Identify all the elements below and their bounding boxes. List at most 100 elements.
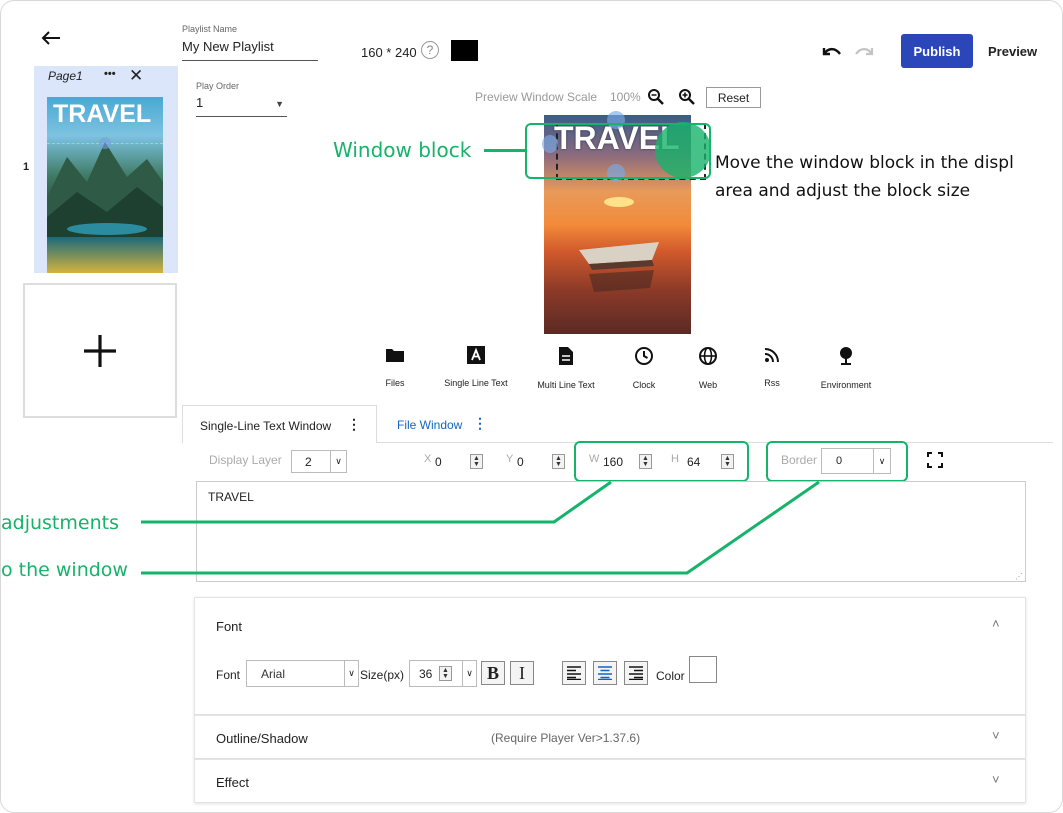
tool-multi-line-text[interactable]: Multi Line Text	[517, 346, 615, 396]
sun-glow	[604, 197, 634, 207]
y-stepper[interactable]: ▲ ▼	[552, 454, 565, 469]
chevron-down-icon: ˅	[992, 728, 1000, 743]
tool-rss[interactable]: Rss	[743, 346, 801, 396]
play-order-value: 1	[196, 95, 204, 110]
preview-button[interactable]: Preview	[988, 44, 1037, 59]
w-input[interactable]: 160 ▲ ▼	[603, 452, 658, 474]
preview-scale-value: 100%	[610, 90, 641, 104]
text-content-area[interactable]: TRAVEL ⋰	[196, 481, 1026, 582]
font-panel: Font ˄ Font Arial ∨ Size(px) 36 ▲ ▼ ∨ B I…	[194, 597, 1026, 715]
pin-icon	[840, 347, 852, 365]
tool-single-line-text[interactable]: Single Line Text	[435, 346, 517, 396]
playlist-name-label: Playlist Name	[182, 24, 238, 34]
font-label: Font	[216, 668, 241, 682]
align-center-button[interactable]	[593, 661, 617, 685]
h-stepper[interactable]: ▲ ▼	[721, 454, 734, 469]
folder-icon	[386, 349, 404, 362]
color-label: Color	[656, 669, 685, 683]
align-left-button[interactable]	[562, 661, 586, 685]
tool-files-label: Files	[385, 378, 405, 388]
border-label: Border	[781, 453, 818, 467]
font-size-stepper[interactable]: ▲ ▼	[439, 666, 452, 681]
playlist-name-value: My New Playlist	[182, 39, 274, 54]
tab-menu-icon[interactable]: ⋮	[347, 416, 361, 433]
globe-icon	[699, 347, 717, 365]
page-number: 1	[23, 161, 30, 173]
text-content-value: TRAVEL	[208, 490, 254, 504]
annotation-line	[484, 149, 526, 152]
w-stepper[interactable]: ▲ ▼	[639, 454, 652, 469]
back-arrow-icon[interactable]	[37, 25, 65, 51]
w-value: 160	[603, 455, 624, 469]
zoom-out-icon[interactable]	[646, 87, 666, 107]
preview-scale-label: Preview Window Scale	[475, 90, 598, 104]
play-order-select[interactable]: 1 ▼	[196, 95, 287, 117]
app-window: Playlist Name My New Playlist 160 * 240 …	[0, 0, 1063, 813]
effect-panel[interactable]: Effect ˅	[194, 759, 1026, 803]
x-value: 0	[435, 455, 442, 469]
tab-file-window[interactable]: File Window	[397, 418, 462, 432]
help-icon[interactable]: ?	[421, 41, 439, 59]
reset-button[interactable]: Reset	[706, 87, 761, 108]
y-input[interactable]: 0 ▲ ▼	[515, 452, 570, 474]
x-input[interactable]: 0 ▲ ▼	[433, 452, 488, 474]
effect-title: Effect	[216, 775, 250, 790]
page-more-icon[interactable]: •••	[104, 68, 116, 80]
y-label: Y	[506, 453, 514, 465]
resize-grip-icon[interactable]: ⋰	[1015, 572, 1023, 581]
tool-clock-label: Clock	[632, 380, 656, 390]
document-icon	[559, 347, 573, 365]
x-stepper[interactable]: ▲ ▼	[470, 454, 483, 469]
italic-button[interactable]: I	[510, 661, 534, 685]
h-input[interactable]: 64 ▲ ▼	[687, 452, 739, 474]
add-page-button[interactable]	[23, 283, 177, 418]
chevron-up-icon[interactable]: ˄	[992, 616, 1000, 631]
boat-illustration	[579, 242, 659, 292]
font-color-swatch[interactable]	[689, 656, 717, 683]
page-thumbnail-text: TRAVEL	[53, 100, 152, 128]
tool-clock[interactable]: Clock	[615, 346, 673, 396]
page-label: Page1	[48, 69, 83, 83]
chevron-down-icon: ∨	[873, 449, 890, 473]
playlist-name-input[interactable]: My New Playlist	[182, 39, 318, 61]
tool-environment[interactable]: Environment	[801, 346, 891, 396]
w-label: W	[589, 453, 600, 465]
fullscreen-icon[interactable]	[925, 450, 945, 470]
tab-single-line-label: Single-Line Text Window	[200, 419, 332, 433]
border-select[interactable]: 0 ∨	[821, 448, 891, 474]
redo-icon[interactable]	[853, 42, 875, 60]
zoom-in-icon[interactable]	[677, 87, 697, 107]
tab-single-line-text-window[interactable]: Single-Line Text Window ⋮	[182, 405, 377, 443]
display-layer-label: Display Layer	[209, 453, 282, 467]
undo-icon[interactable]	[821, 42, 843, 60]
chevron-down-icon: ∨	[344, 661, 358, 686]
window-toolbar: Files Single Line Text Multi Line Text C…	[355, 346, 915, 396]
rss-icon	[764, 348, 779, 363]
tool-web[interactable]: Web	[673, 346, 743, 396]
outline-shadow-panel[interactable]: Outline/Shadow (Require Player Ver>1.37.…	[194, 715, 1026, 759]
annotation-move-line2: area and adjust the block size	[715, 181, 971, 201]
page-close-icon[interactable]: ✕	[129, 66, 143, 86]
tool-single-line-label: Single Line Text	[444, 378, 508, 388]
border-value: 0	[836, 455, 843, 467]
font-family-select[interactable]: Arial ∨	[246, 660, 359, 687]
annotation-highlight-box	[525, 123, 711, 179]
font-panel-title[interactable]: Font	[216, 619, 242, 634]
font-size-input[interactable]: 36 ▲ ▼ ∨	[409, 660, 477, 687]
plus-icon	[84, 334, 116, 367]
tool-files[interactable]: Files	[355, 346, 435, 396]
outline-shadow-title: Outline/Shadow	[216, 731, 308, 746]
help-glyph: ?	[426, 43, 434, 57]
tool-web-label: Web	[698, 380, 718, 390]
font-size-value: 36	[419, 666, 433, 681]
display-layer-select[interactable]: 2 ∨	[291, 450, 347, 473]
publish-button[interactable]: Publish	[901, 34, 973, 68]
align-right-button[interactable]	[624, 661, 648, 685]
h-label: H	[671, 453, 679, 465]
background-color-swatch[interactable]	[451, 40, 478, 61]
bold-button[interactable]: B	[481, 661, 505, 685]
text-a-icon	[467, 346, 485, 364]
tool-environment-label: Environment	[820, 380, 872, 390]
page-thumbnail-card[interactable]: Page1 ••• ✕ TRAVEL	[34, 66, 178, 273]
tab-file-menu-icon[interactable]: ⋮	[473, 415, 487, 432]
